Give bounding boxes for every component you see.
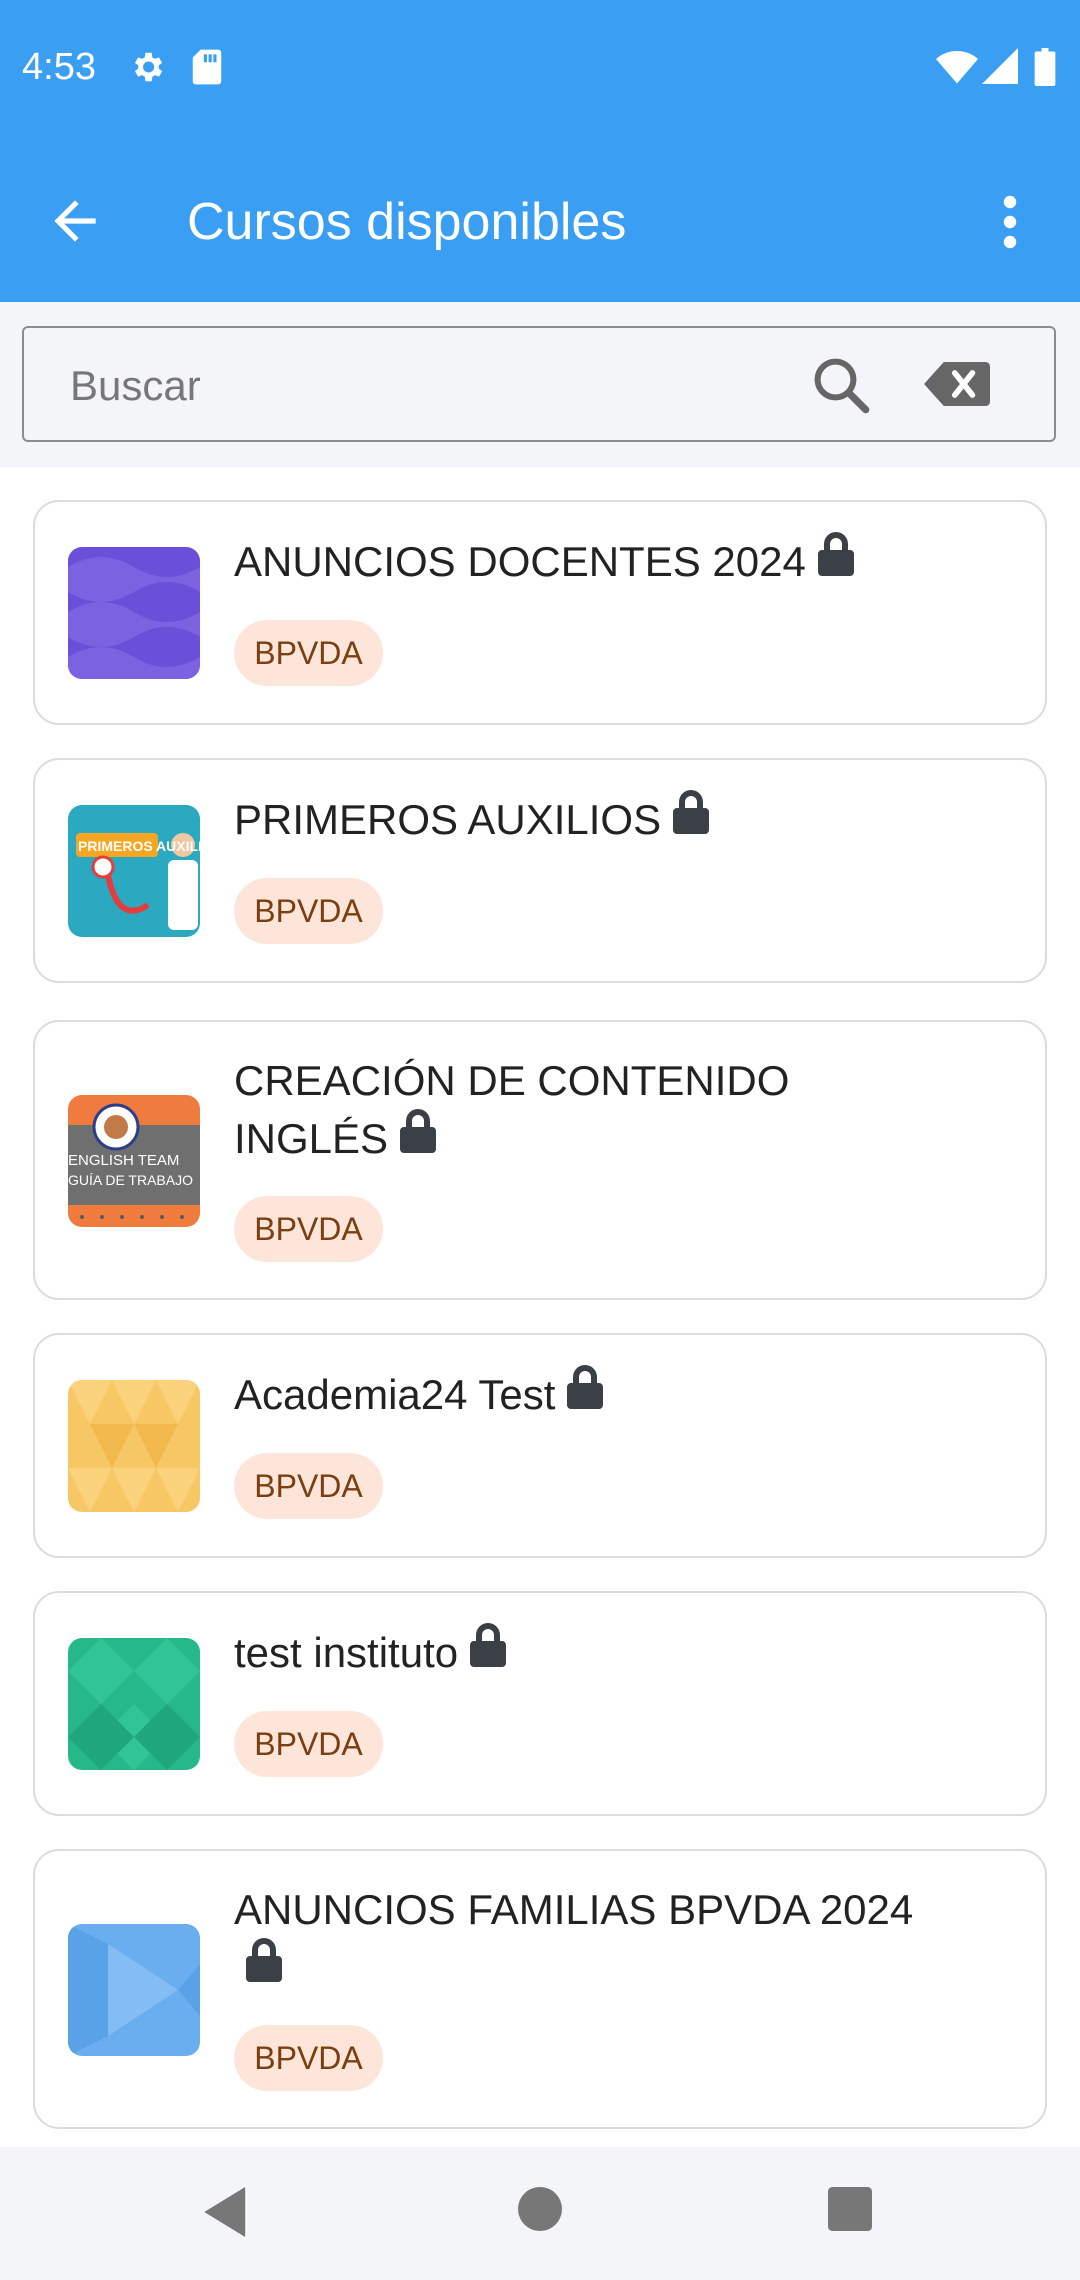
thumbnail-text: PRIMEROS AUXILIOS	[78, 838, 200, 854]
page-title: Cursos disponibles	[187, 193, 627, 251]
course-card[interactable]: ANUNCIOS FAMILIAS BPVDA 2024 BPVDA	[33, 1849, 1047, 2129]
course-thumbnail: ENGLISH TEAM GUÍA DE TRABAJO	[68, 1095, 200, 1227]
lock-icon	[244, 1938, 284, 1996]
course-card[interactable]: Academia24 Test BPVDA	[33, 1333, 1047, 1558]
search-input[interactable]	[68, 352, 772, 420]
course-badge: BPVDA	[234, 620, 383, 686]
course-title: Academia24 Test	[234, 1365, 934, 1423]
course-title: test instituto	[234, 1623, 934, 1681]
course-thumbnail: PRIMEROS AUXILIOS	[68, 805, 200, 937]
course-thumbnail	[68, 1638, 200, 1770]
search-area	[0, 302, 1080, 467]
system-navigation-bar	[0, 2147, 1080, 2280]
back-arrow-icon	[54, 200, 96, 242]
course-title: ANUNCIOS DOCENTES 2024	[234, 532, 934, 590]
nav-back-icon	[204, 2187, 246, 2237]
course-card[interactable]: test instituto BPVDA	[33, 1591, 1047, 1816]
course-badge: BPVDA	[234, 1196, 383, 1262]
signal-icon	[982, 48, 1018, 89]
course-thumbnail	[68, 1380, 200, 1512]
sd-card-icon	[190, 48, 224, 91]
wifi-icon	[936, 48, 978, 89]
nav-home-icon	[518, 2187, 562, 2231]
course-thumbnail	[68, 1924, 200, 2056]
thumbnail-text: GUÍA DE TRABAJO	[68, 1172, 193, 1188]
more-options-button[interactable]	[985, 192, 1035, 252]
lock-icon	[671, 790, 711, 848]
back-button[interactable]	[44, 190, 106, 252]
search-button[interactable]	[808, 352, 874, 418]
thumbnail-text: ENGLISH TEAM	[68, 1152, 179, 1169]
course-list: ANUNCIOS DOCENTES 2024 BPVDA PRIMEROS AU…	[0, 467, 1080, 2147]
battery-icon	[1034, 48, 1056, 91]
lock-icon	[565, 1365, 605, 1423]
nav-recents-icon	[828, 2187, 872, 2231]
more-vert-icon	[1003, 195, 1017, 249]
course-badge: BPVDA	[234, 1711, 383, 1777]
course-title: ANUNCIOS FAMILIAS BPVDA 2024	[234, 1881, 934, 1996]
course-badge: BPVDA	[234, 1453, 383, 1519]
app-bar: Cursos disponibles	[0, 140, 1080, 302]
course-badge: BPVDA	[234, 878, 383, 944]
course-card[interactable]: PRIMEROS AUXILIOS PRIMEROS AUXILIOS BPVD…	[33, 758, 1047, 983]
lock-icon	[398, 1109, 438, 1167]
search-icon	[814, 358, 870, 414]
status-bar: 4:53	[0, 0, 1080, 140]
nav-home-button[interactable]	[518, 2187, 562, 2236]
search-box	[22, 326, 1056, 442]
course-thumbnail	[68, 547, 200, 679]
course-card[interactable]: ENGLISH TEAM GUÍA DE TRABAJO CREACIÓN DE…	[33, 1020, 1047, 1300]
lock-icon	[468, 1623, 508, 1681]
settings-icon	[128, 48, 166, 91]
course-badge: BPVDA	[234, 2025, 383, 2091]
nav-recents-button[interactable]	[828, 2187, 872, 2236]
clear-search-button[interactable]	[924, 362, 990, 406]
course-title: CREACIÓN DE CONTENIDO INGLÉS	[234, 1052, 794, 1167]
course-title: PRIMEROS AUXILIOS	[234, 790, 934, 848]
nav-back-button[interactable]	[204, 2187, 250, 2242]
status-time: 4:53	[22, 46, 96, 88]
backspace-clear-icon	[924, 362, 990, 406]
lock-icon	[816, 532, 856, 590]
course-card[interactable]: ANUNCIOS DOCENTES 2024 BPVDA	[33, 500, 1047, 725]
